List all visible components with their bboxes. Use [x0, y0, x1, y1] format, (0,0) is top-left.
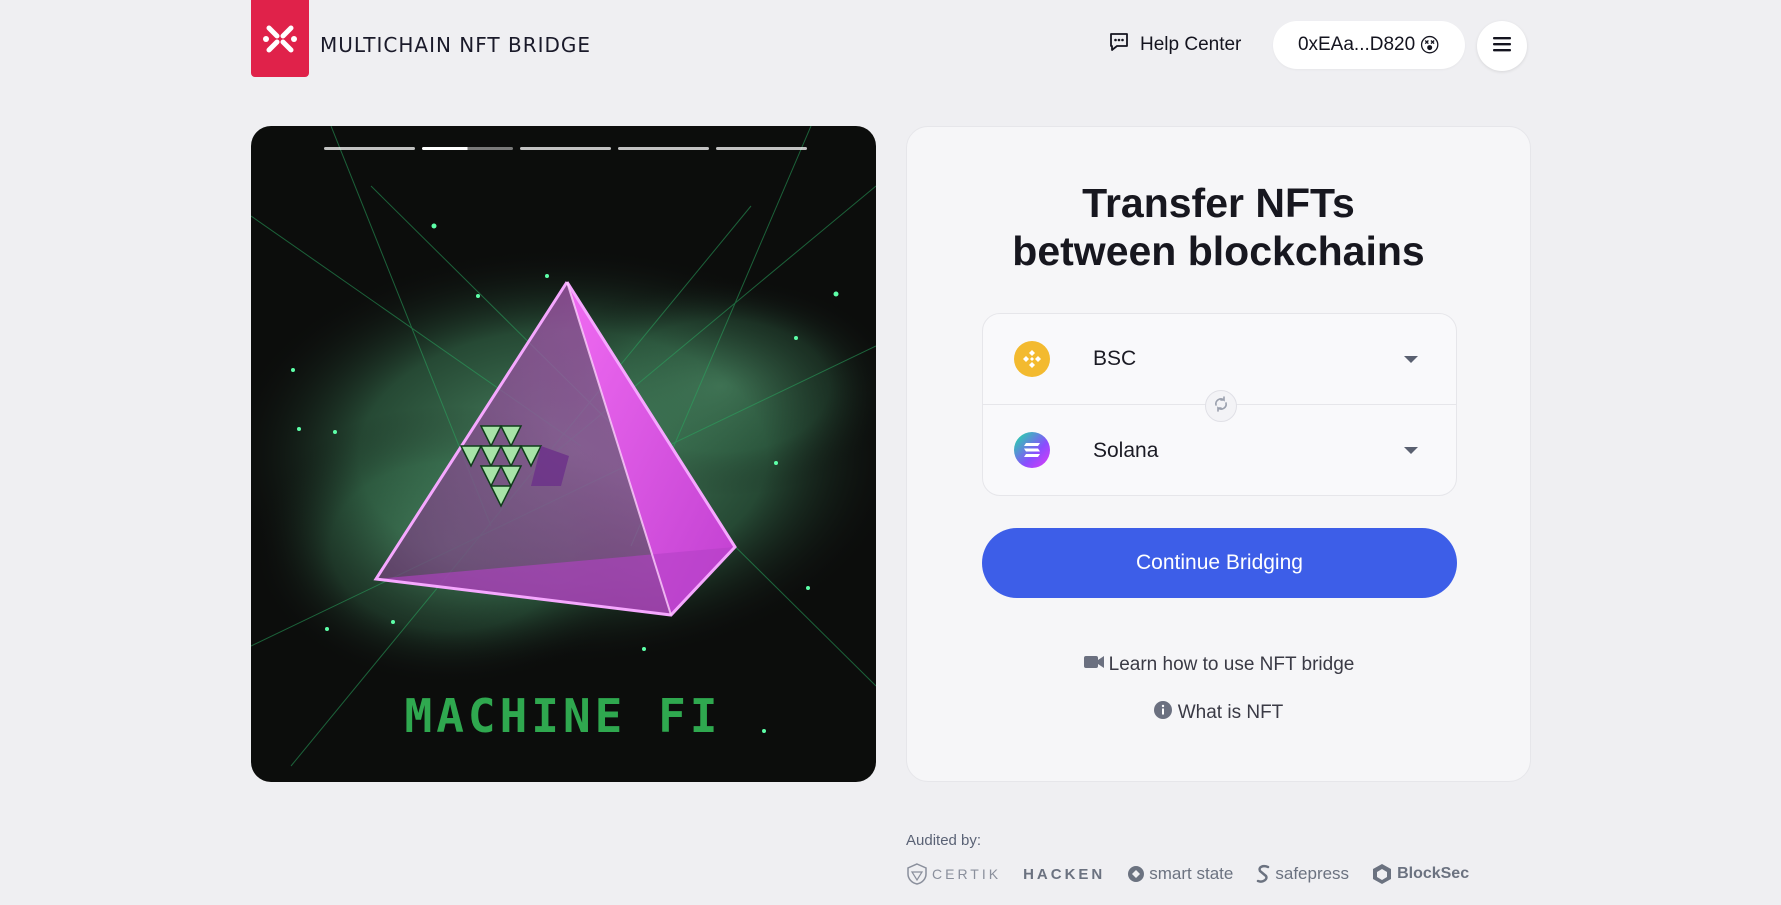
continue-bridging-button[interactable]: Continue Bridging	[982, 528, 1457, 598]
what-is-nft-link[interactable]: What is NFT	[907, 701, 1530, 725]
safepress-label: safepress	[1275, 864, 1350, 883]
learn-how-label: Learn how to use NFT bridge	[1108, 654, 1355, 675]
audited-by-label: Audited by:	[906, 832, 982, 849]
blocksec-label: BlockSec	[1397, 865, 1470, 882]
chevron-down-icon	[1404, 355, 1418, 363]
auditor-logos: CERTIK HACKEN smart state safepress Bloc…	[906, 862, 1469, 886]
title-line-2: between blockchains	[1012, 228, 1425, 274]
carousel-dot-active[interactable]	[422, 147, 513, 150]
certik-icon	[907, 863, 927, 885]
chevron-down-icon	[1404, 447, 1418, 454]
wallet-address: 0xEAa...D820	[1297, 34, 1416, 55]
hacken-logo: HACKEN	[1023, 866, 1105, 883]
nft-caption: MACHINE FI	[405, 689, 722, 743]
blocksec-icon	[1373, 864, 1392, 884]
avatar-icon: 😵	[1419, 34, 1441, 57]
to-chain-name: Solana	[1093, 438, 1159, 462]
menu-button[interactable]	[1477, 21, 1527, 71]
bsc-icon	[1014, 341, 1050, 377]
smart-state-icon	[1128, 866, 1145, 882]
swap-icon	[1212, 395, 1230, 418]
logo-icon[interactable]	[251, 0, 309, 77]
video-camera-icon	[1083, 654, 1105, 676]
page: MULTICHAIN NFT BRIDGE Help Center 0xEAa.…	[0, 0, 1781, 905]
safepress-logo: safepress	[1255, 864, 1349, 884]
learn-how-link[interactable]: Learn how to use NFT bridge	[907, 654, 1530, 676]
what-is-nft-label: What is NFT	[1177, 702, 1284, 723]
app-title[interactable]: MULTICHAIN NFT BRIDGE	[320, 33, 591, 57]
carousel-indicators	[324, 147, 807, 150]
wallet-button[interactable]: 0xEAa...D820 😵	[1273, 21, 1465, 69]
hacken-label: HACKEN	[1023, 865, 1106, 883]
solana-icon	[1014, 432, 1050, 468]
nft-artwork-image: MACHINE FI	[251, 126, 876, 767]
carousel-dot[interactable]	[324, 147, 415, 150]
swap-chains-button[interactable]	[1205, 390, 1237, 422]
card-title: Transfer NFTs between blockchains	[907, 179, 1530, 275]
carousel-dot[interactable]	[520, 147, 611, 150]
bridge-card: Transfer NFTs between blockchains BSC So…	[906, 126, 1531, 782]
carousel-dot[interactable]	[716, 147, 807, 150]
smart-state-logo: smart state	[1127, 864, 1233, 884]
help-center-label: Help Center	[1140, 34, 1242, 55]
from-chain-name: BSC	[1093, 347, 1137, 370]
carousel-dot[interactable]	[618, 147, 709, 150]
chat-icon	[1108, 31, 1130, 59]
safepress-icon	[1257, 864, 1270, 883]
help-center-link[interactable]: Help Center	[1108, 30, 1241, 60]
title-line-1: Transfer NFTs	[1082, 180, 1355, 226]
certik-label: CERTIK	[932, 866, 1002, 882]
hamburger-icon	[1493, 36, 1511, 57]
certik-logo: CERTIK	[906, 863, 1001, 885]
smart-state-label: smart state	[1149, 864, 1234, 883]
blocksec-logo: BlockSec	[1371, 863, 1469, 885]
info-icon	[1153, 701, 1172, 725]
chain-selector: BSC Solana	[982, 313, 1457, 496]
nft-carousel[interactable]: MACHINE FI	[251, 126, 876, 782]
